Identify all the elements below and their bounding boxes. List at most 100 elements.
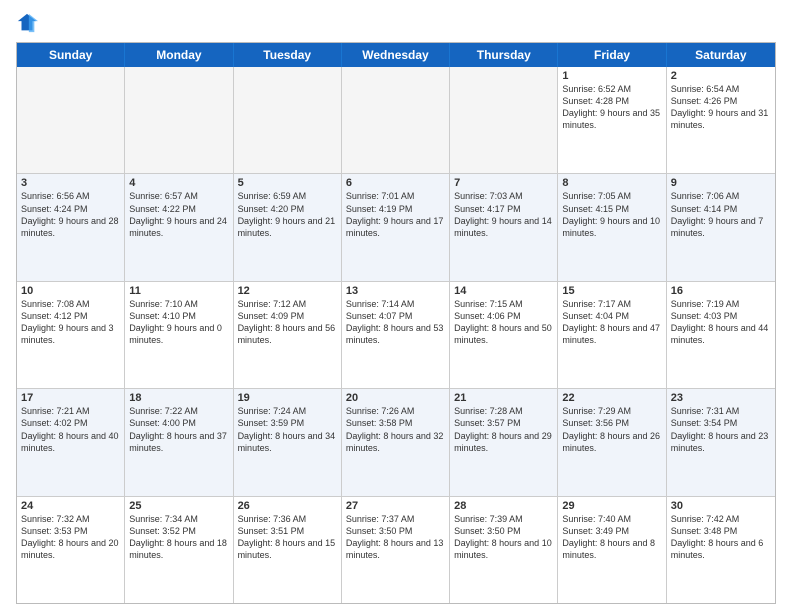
day-number: 20: [346, 392, 445, 404]
calendar-cell: 10Sunrise: 7:08 AM Sunset: 4:12 PM Dayli…: [17, 282, 125, 388]
calendar-row: 10Sunrise: 7:08 AM Sunset: 4:12 PM Dayli…: [17, 282, 775, 389]
cell-info: Sunrise: 7:42 AM Sunset: 3:48 PM Dayligh…: [671, 513, 771, 562]
cell-info: Sunrise: 7:40 AM Sunset: 3:49 PM Dayligh…: [562, 513, 661, 562]
calendar-cell: 9Sunrise: 7:06 AM Sunset: 4:14 PM Daylig…: [667, 174, 775, 280]
calendar: SundayMondayTuesdayWednesdayThursdayFrid…: [16, 42, 776, 604]
cell-info: Sunrise: 6:52 AM Sunset: 4:28 PM Dayligh…: [562, 83, 661, 132]
calendar-cell: 1Sunrise: 6:52 AM Sunset: 4:28 PM Daylig…: [558, 67, 666, 173]
calendar-cell: 2Sunrise: 6:54 AM Sunset: 4:26 PM Daylig…: [667, 67, 775, 173]
day-number: 18: [129, 392, 228, 404]
day-number: 14: [454, 285, 553, 297]
calendar-cell: 21Sunrise: 7:28 AM Sunset: 3:57 PM Dayli…: [450, 389, 558, 495]
day-number: 1: [562, 70, 661, 82]
calendar-cell: 20Sunrise: 7:26 AM Sunset: 3:58 PM Dayli…: [342, 389, 450, 495]
calendar-cell: 30Sunrise: 7:42 AM Sunset: 3:48 PM Dayli…: [667, 497, 775, 603]
calendar-cell: 11Sunrise: 7:10 AM Sunset: 4:10 PM Dayli…: [125, 282, 233, 388]
day-number: 8: [562, 177, 661, 189]
cell-info: Sunrise: 7:14 AM Sunset: 4:07 PM Dayligh…: [346, 298, 445, 347]
day-number: 6: [346, 177, 445, 189]
calendar-cell: 5Sunrise: 6:59 AM Sunset: 4:20 PM Daylig…: [234, 174, 342, 280]
day-number: 12: [238, 285, 337, 297]
calendar-cell: [17, 67, 125, 173]
calendar-row: 17Sunrise: 7:21 AM Sunset: 4:02 PM Dayli…: [17, 389, 775, 496]
cell-info: Sunrise: 7:37 AM Sunset: 3:50 PM Dayligh…: [346, 513, 445, 562]
calendar-cell: 23Sunrise: 7:31 AM Sunset: 3:54 PM Dayli…: [667, 389, 775, 495]
day-number: 21: [454, 392, 553, 404]
day-number: 28: [454, 500, 553, 512]
calendar-cell: 25Sunrise: 7:34 AM Sunset: 3:52 PM Dayli…: [125, 497, 233, 603]
calendar-body: 1Sunrise: 6:52 AM Sunset: 4:28 PM Daylig…: [17, 67, 775, 603]
calendar-cell: 16Sunrise: 7:19 AM Sunset: 4:03 PM Dayli…: [667, 282, 775, 388]
cell-info: Sunrise: 7:05 AM Sunset: 4:15 PM Dayligh…: [562, 190, 661, 239]
calendar-cell: 15Sunrise: 7:17 AM Sunset: 4:04 PM Dayli…: [558, 282, 666, 388]
cell-info: Sunrise: 7:01 AM Sunset: 4:19 PM Dayligh…: [346, 190, 445, 239]
day-number: 22: [562, 392, 661, 404]
cell-info: Sunrise: 6:57 AM Sunset: 4:22 PM Dayligh…: [129, 190, 228, 239]
day-number: 24: [21, 500, 120, 512]
day-number: 10: [21, 285, 120, 297]
cell-info: Sunrise: 7:39 AM Sunset: 3:50 PM Dayligh…: [454, 513, 553, 562]
day-number: 19: [238, 392, 337, 404]
calendar-cell: 19Sunrise: 7:24 AM Sunset: 3:59 PM Dayli…: [234, 389, 342, 495]
cell-info: Sunrise: 7:31 AM Sunset: 3:54 PM Dayligh…: [671, 405, 771, 454]
header-cell-saturday: Saturday: [667, 43, 775, 67]
page: SundayMondayTuesdayWednesdayThursdayFrid…: [0, 0, 792, 612]
calendar-header: SundayMondayTuesdayWednesdayThursdayFrid…: [17, 43, 775, 67]
cell-info: Sunrise: 7:17 AM Sunset: 4:04 PM Dayligh…: [562, 298, 661, 347]
day-number: 3: [21, 177, 120, 189]
day-number: 5: [238, 177, 337, 189]
cell-info: Sunrise: 7:26 AM Sunset: 3:58 PM Dayligh…: [346, 405, 445, 454]
cell-info: Sunrise: 7:08 AM Sunset: 4:12 PM Dayligh…: [21, 298, 120, 347]
calendar-cell: [125, 67, 233, 173]
cell-info: Sunrise: 7:36 AM Sunset: 3:51 PM Dayligh…: [238, 513, 337, 562]
cell-info: Sunrise: 7:03 AM Sunset: 4:17 PM Dayligh…: [454, 190, 553, 239]
day-number: 23: [671, 392, 771, 404]
calendar-cell: [234, 67, 342, 173]
cell-info: Sunrise: 7:21 AM Sunset: 4:02 PM Dayligh…: [21, 405, 120, 454]
calendar-row: 3Sunrise: 6:56 AM Sunset: 4:24 PM Daylig…: [17, 174, 775, 281]
calendar-cell: 14Sunrise: 7:15 AM Sunset: 4:06 PM Dayli…: [450, 282, 558, 388]
day-number: 2: [671, 70, 771, 82]
logo-icon: [16, 12, 38, 34]
day-number: 17: [21, 392, 120, 404]
calendar-cell: 4Sunrise: 6:57 AM Sunset: 4:22 PM Daylig…: [125, 174, 233, 280]
cell-info: Sunrise: 7:19 AM Sunset: 4:03 PM Dayligh…: [671, 298, 771, 347]
header-cell-thursday: Thursday: [450, 43, 558, 67]
cell-info: Sunrise: 6:56 AM Sunset: 4:24 PM Dayligh…: [21, 190, 120, 239]
calendar-cell: 17Sunrise: 7:21 AM Sunset: 4:02 PM Dayli…: [17, 389, 125, 495]
day-number: 30: [671, 500, 771, 512]
calendar-cell: 24Sunrise: 7:32 AM Sunset: 3:53 PM Dayli…: [17, 497, 125, 603]
cell-info: Sunrise: 7:29 AM Sunset: 3:56 PM Dayligh…: [562, 405, 661, 454]
header-cell-sunday: Sunday: [17, 43, 125, 67]
day-number: 4: [129, 177, 228, 189]
day-number: 15: [562, 285, 661, 297]
calendar-cell: 7Sunrise: 7:03 AM Sunset: 4:17 PM Daylig…: [450, 174, 558, 280]
calendar-cell: 18Sunrise: 7:22 AM Sunset: 4:00 PM Dayli…: [125, 389, 233, 495]
calendar-cell: 28Sunrise: 7:39 AM Sunset: 3:50 PM Dayli…: [450, 497, 558, 603]
day-number: 16: [671, 285, 771, 297]
calendar-cell: 27Sunrise: 7:37 AM Sunset: 3:50 PM Dayli…: [342, 497, 450, 603]
header-cell-wednesday: Wednesday: [342, 43, 450, 67]
header-cell-tuesday: Tuesday: [234, 43, 342, 67]
day-number: 9: [671, 177, 771, 189]
day-number: 29: [562, 500, 661, 512]
day-number: 26: [238, 500, 337, 512]
logo: [16, 12, 42, 34]
day-number: 25: [129, 500, 228, 512]
header: [16, 12, 776, 34]
calendar-row: 24Sunrise: 7:32 AM Sunset: 3:53 PM Dayli…: [17, 497, 775, 603]
day-number: 7: [454, 177, 553, 189]
calendar-cell: 22Sunrise: 7:29 AM Sunset: 3:56 PM Dayli…: [558, 389, 666, 495]
day-number: 27: [346, 500, 445, 512]
calendar-row: 1Sunrise: 6:52 AM Sunset: 4:28 PM Daylig…: [17, 67, 775, 174]
cell-info: Sunrise: 7:22 AM Sunset: 4:00 PM Dayligh…: [129, 405, 228, 454]
calendar-cell: 3Sunrise: 6:56 AM Sunset: 4:24 PM Daylig…: [17, 174, 125, 280]
header-cell-friday: Friday: [558, 43, 666, 67]
calendar-cell: [342, 67, 450, 173]
cell-info: Sunrise: 7:28 AM Sunset: 3:57 PM Dayligh…: [454, 405, 553, 454]
calendar-cell: 13Sunrise: 7:14 AM Sunset: 4:07 PM Dayli…: [342, 282, 450, 388]
day-number: 11: [129, 285, 228, 297]
calendar-cell: 6Sunrise: 7:01 AM Sunset: 4:19 PM Daylig…: [342, 174, 450, 280]
cell-info: Sunrise: 7:34 AM Sunset: 3:52 PM Dayligh…: [129, 513, 228, 562]
cell-info: Sunrise: 6:59 AM Sunset: 4:20 PM Dayligh…: [238, 190, 337, 239]
